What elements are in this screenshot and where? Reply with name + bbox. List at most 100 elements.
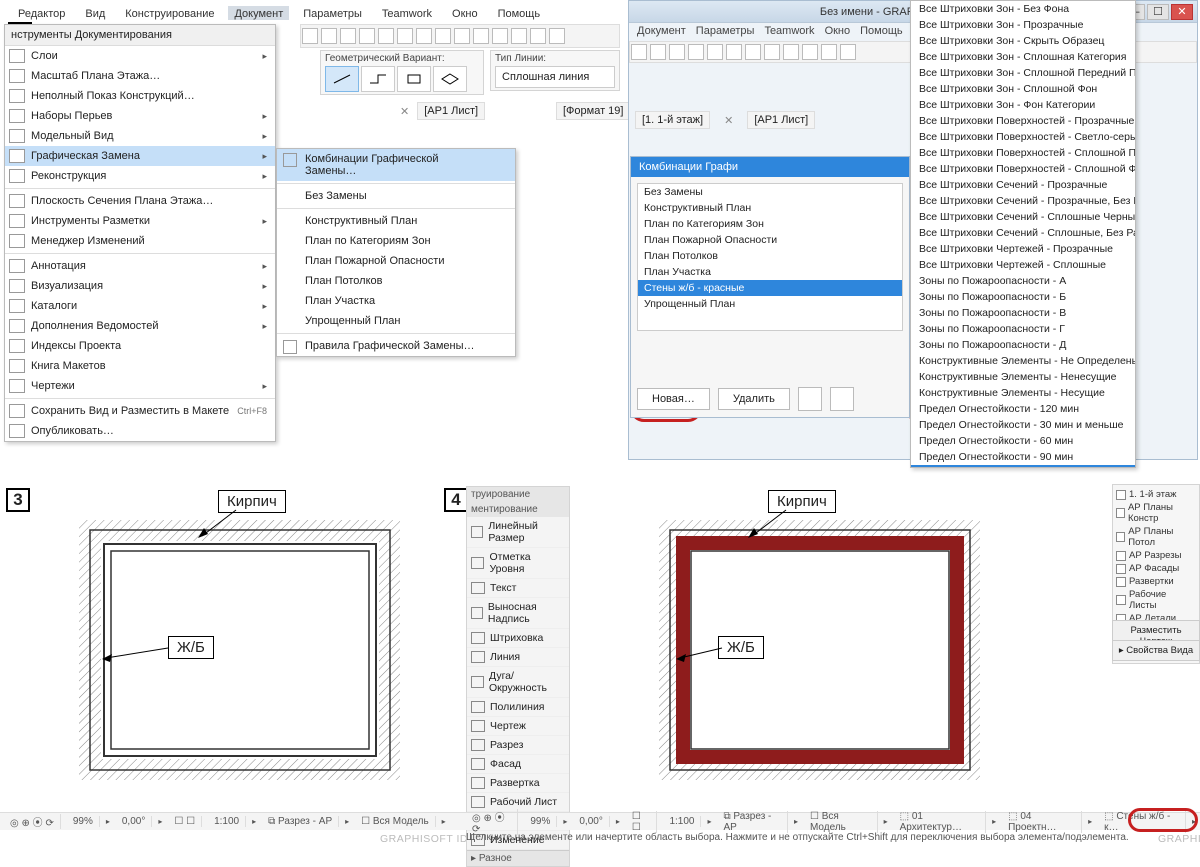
tool-icon[interactable] xyxy=(397,28,413,44)
arch-4[interactable]: 01 Архитектур… xyxy=(900,811,962,833)
toolbar-1[interactable] xyxy=(300,24,620,48)
menu-markup-tools[interactable]: Инструменты Разметки xyxy=(31,215,150,227)
menu-editor[interactable]: Редактор xyxy=(12,6,71,20)
toolbox-item[interactable]: Разрез xyxy=(467,736,569,755)
tool-icon[interactable] xyxy=(821,44,837,60)
rule-item[interactable]: Все Штриховки Зон - Прозрачные xyxy=(911,17,1135,33)
rules-menu[interactable]: Все Штриховки Зон - Без ФонаВсе Штриховк… xyxy=(910,0,1136,468)
combo-list-item[interactable]: План по Категориям Зон xyxy=(638,216,902,232)
scale-4[interactable]: 1:100 xyxy=(663,816,701,827)
toolbox-item[interactable]: Полилиния xyxy=(467,698,569,717)
menu-change-manager[interactable]: Менеджер Изменений xyxy=(31,235,145,247)
combo-list-item[interactable]: Без Замены xyxy=(638,184,902,200)
toolbox-item[interactable]: Дуга/Окружность xyxy=(467,667,569,698)
rule-item[interactable]: Предел Огнестойкости - 90 мин xyxy=(911,449,1135,465)
tool-icon[interactable] xyxy=(631,44,647,60)
rule-item[interactable]: Все Штриховки Зон - Фон Категории xyxy=(911,97,1135,113)
tool-icon[interactable] xyxy=(783,44,799,60)
combo-list-item[interactable]: Стены ж/б - красные xyxy=(638,280,902,296)
tool-icon[interactable] xyxy=(650,44,666,60)
rule-item[interactable]: Зоны по Пожароопасности - В xyxy=(911,305,1135,321)
tab2-floor[interactable]: [1. 1-й этаж] xyxy=(635,111,710,129)
menu-graphic-override[interactable]: Графическая Замена xyxy=(31,150,140,162)
submenu-no-override[interactable]: Без Замены xyxy=(305,190,367,202)
menubar-1[interactable]: Редактор Вид Конструирование Документ Па… xyxy=(6,4,552,22)
tab-format19[interactable]: [Формат 19] xyxy=(556,102,630,120)
new-button[interactable]: Новая… xyxy=(637,388,710,410)
menu-partial-display[interactable]: Неполный Показ Конструкций… xyxy=(31,90,195,102)
rule-item[interactable]: Предел Огнестойкости - 60 мин xyxy=(911,433,1135,449)
rule-item[interactable]: Все Штриховки Сечений - Сплошные, Без Ра… xyxy=(911,225,1135,241)
rule-item[interactable]: Все Штриховки Сечений - Сплошные Черные xyxy=(911,209,1135,225)
menu-layout-book[interactable]: Книга Макетов xyxy=(31,360,106,372)
toolbox-item[interactable]: Линия xyxy=(467,648,569,667)
tool-icon[interactable] xyxy=(416,28,432,44)
graphic-override-submenu[interactable]: Комбинации Графической Замены… Без Замен… xyxy=(276,148,516,357)
rule-item[interactable]: Стены ж/б - красные xyxy=(911,465,1135,468)
menu2-doc[interactable]: Документ xyxy=(637,25,686,39)
rule-item[interactable]: Зоны по Пожароопасности - Г xyxy=(911,321,1135,337)
nav-plans-ceil[interactable]: АР Планы Потол xyxy=(1128,526,1196,548)
nav-floor[interactable]: 1. 1-й этаж xyxy=(1129,489,1176,500)
rule-item[interactable]: Зоны по Пожароопасности - Б xyxy=(911,289,1135,305)
combo-list-item[interactable]: Упрощенный План xyxy=(638,296,902,312)
toolbox-item[interactable]: Линейный Размер xyxy=(467,517,569,548)
menu-teamwork[interactable]: Teamwork xyxy=(376,6,438,20)
submenu-simplified[interactable]: Упрощенный План xyxy=(305,315,401,327)
menu-section-plane[interactable]: Плоскость Сечения Плана Этажа… xyxy=(31,195,213,207)
menu2-help[interactable]: Помощь xyxy=(860,25,903,39)
combo-list-item[interactable]: План Участка xyxy=(638,264,902,280)
toolbox-item[interactable]: Фасад xyxy=(467,755,569,774)
menu2-params[interactable]: Параметры xyxy=(696,25,755,39)
nav-unfolds[interactable]: Развертки xyxy=(1129,576,1174,587)
menu-reconstruction[interactable]: Реконструкция xyxy=(31,170,106,182)
tool-icon[interactable] xyxy=(669,44,685,60)
nav-sections[interactable]: АР Разрезы xyxy=(1129,550,1181,561)
model-4[interactable]: Вся Модель xyxy=(810,811,846,833)
toolbox-item[interactable]: Штриховка xyxy=(467,629,569,648)
scale-3[interactable]: 1:100 xyxy=(208,816,246,827)
tab-close-icon[interactable]: ✕ xyxy=(400,105,409,118)
menu-project-indexes[interactable]: Индексы Проекта xyxy=(31,340,121,352)
tool-icon[interactable] xyxy=(492,28,508,44)
tab2-ap1[interactable]: [АР1 Лист] xyxy=(747,111,815,129)
menu-visualization[interactable]: Визуализация xyxy=(31,280,103,292)
export-button[interactable] xyxy=(830,387,854,411)
tool-icon[interactable] xyxy=(549,28,565,44)
nav-plans-constr[interactable]: АР Планы Констр xyxy=(1128,502,1196,524)
win-max[interactable]: ☐ xyxy=(1147,4,1169,20)
tool-icon[interactable] xyxy=(511,28,527,44)
nav-worksheets[interactable]: Рабочие Листы xyxy=(1129,589,1196,611)
menu-params[interactable]: Параметры xyxy=(297,6,368,20)
toolbox-item[interactable]: Текст xyxy=(467,579,569,598)
geom-opt-1[interactable] xyxy=(325,66,359,92)
tool-icon[interactable] xyxy=(745,44,761,60)
tool-icon[interactable] xyxy=(359,28,375,44)
combo-list-item[interactable]: План Потолков xyxy=(638,248,902,264)
combo-list-item[interactable]: Конструктивный План xyxy=(638,200,902,216)
menu-publish[interactable]: Опубликовать… xyxy=(31,425,114,437)
menu-design[interactable]: Конструирование xyxy=(119,6,220,20)
rule-item[interactable]: Все Штриховки Поверхностей - Сплошной Пе… xyxy=(911,145,1135,161)
combinations-list[interactable]: Без ЗаменыКонструктивный ПланПлан по Кат… xyxy=(637,183,903,331)
tool-icon[interactable] xyxy=(707,44,723,60)
zoom-4[interactable]: 99% xyxy=(524,816,557,827)
rule-item[interactable]: Все Штриховки Зон - Сплошная Категория xyxy=(911,49,1135,65)
geom-opt-3[interactable] xyxy=(397,66,431,92)
rule-item[interactable]: Все Штриховки Чертежей - Сплошные xyxy=(911,257,1135,273)
rule-item[interactable]: Предел Огнестойкости - 30 мин и меньше xyxy=(911,417,1135,433)
submenu-combinations[interactable]: Комбинации Графической Замены… xyxy=(305,153,439,177)
tb-more[interactable]: Разное xyxy=(479,853,512,864)
tool-icon[interactable] xyxy=(802,44,818,60)
menu2-team[interactable]: Teamwork xyxy=(764,25,814,39)
tool-icon[interactable] xyxy=(302,28,318,44)
rule-item[interactable]: Конструктивные Элементы - Не Определены xyxy=(911,353,1135,369)
toolbox-item[interactable]: Чертеж xyxy=(467,717,569,736)
rule-item[interactable]: Все Штриховки Зон - Без Фона xyxy=(911,1,1135,17)
document-menu[interactable]: нструменты Документирования Слои▸ Масшта… xyxy=(4,24,276,442)
rule-item[interactable]: Все Штриховки Поверхностей - Прозрачные xyxy=(911,113,1135,129)
menu-window[interactable]: Окно xyxy=(446,6,484,20)
tool-icon[interactable] xyxy=(340,28,356,44)
combo-list-item[interactable]: План Пожарной Опасности xyxy=(638,232,902,248)
geom-opt-4[interactable] xyxy=(433,66,467,92)
